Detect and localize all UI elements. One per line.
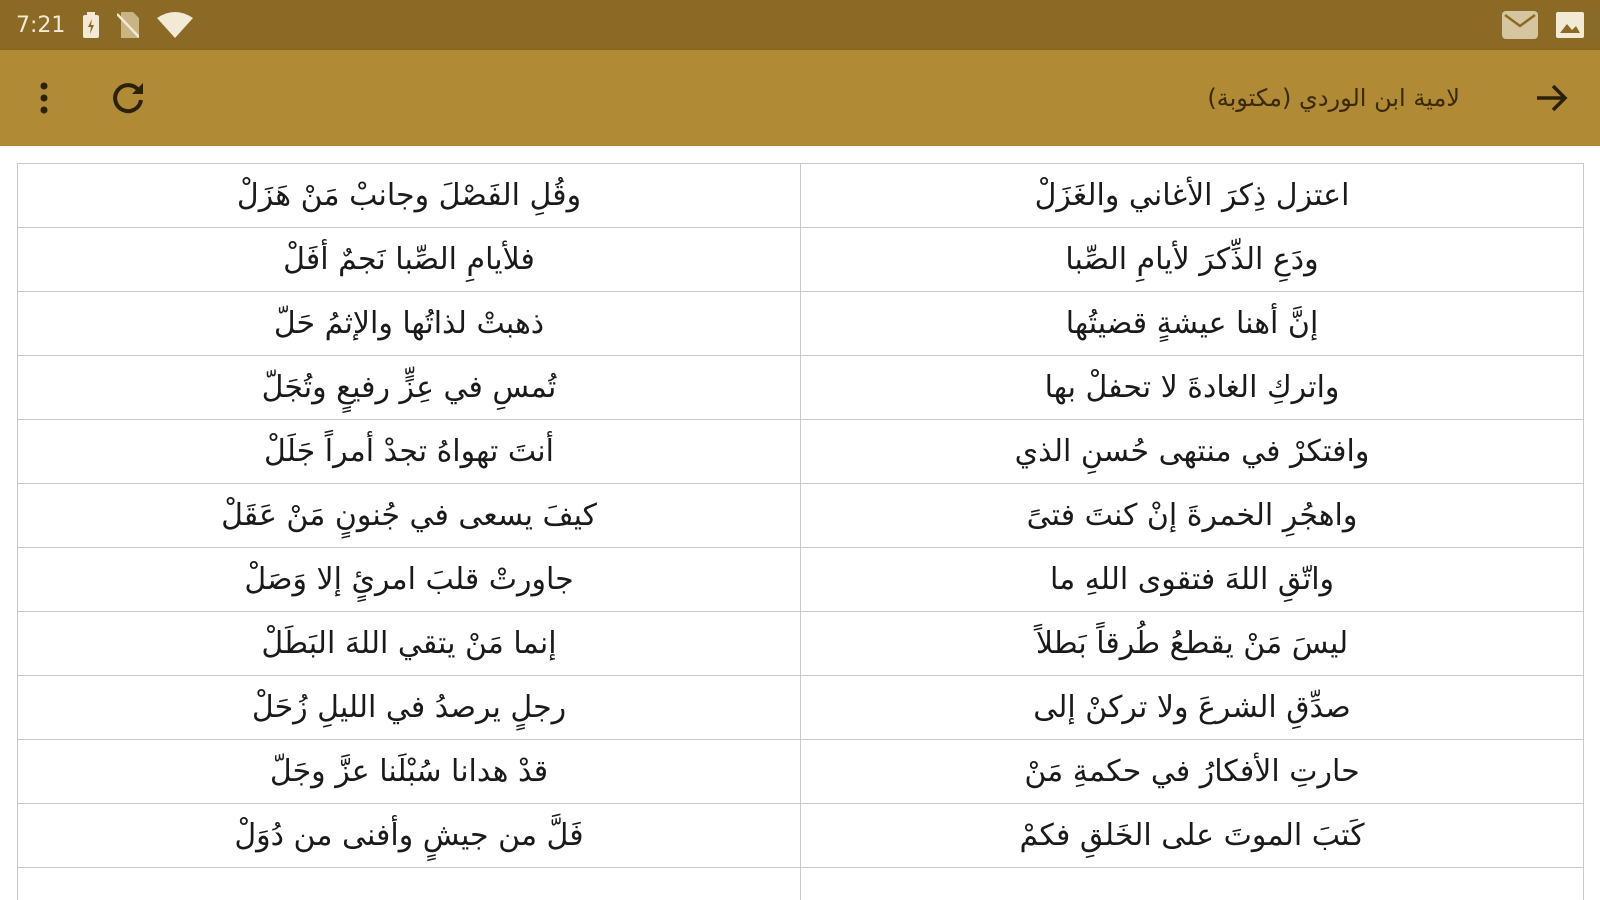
table-row-partial: [17, 867, 1584, 900]
verse-first-hemistich: وافتكرْ في منتهى حُسنِ الذي: [800, 419, 1584, 484]
no-sim-icon: [117, 12, 140, 38]
status-time: 7:21: [16, 12, 66, 38]
table-row: حارتِ الأفكارُ في حكمةِ مَنْ قدْ هدانا س…: [17, 739, 1584, 804]
verse-second-hemistich: [17, 867, 801, 900]
verse-second-hemistich: أنتَ تهواهُ تجدْ أمراً جَلَلْ: [17, 419, 801, 484]
verse-second-hemistich: قدْ هدانا سُبْلَنا عزَّ وجَلّ: [17, 739, 801, 804]
verse-first-hemistich: واهجُرِ الخمرةَ إنْ كنتَ فتىً: [800, 483, 1584, 548]
verse-first-hemistich: اعتزل ذِكرَ الأغاني والغَزَلْ: [800, 163, 1584, 228]
verse-first-hemistich: صدِّقِ الشرعَ ولا تركنْ إلى: [800, 675, 1584, 740]
status-left: 7:21: [16, 0, 194, 50]
verse-second-hemistich: كيفَ يسعى في جُنونٍ مَنْ عَقَلْ: [17, 483, 801, 548]
email-icon: [1502, 11, 1538, 39]
verse-second-hemistich: رجلٍ يرصدُ في الليلِ زُحَلْ: [17, 675, 801, 740]
verse-first-hemistich: واتّقِ اللهَ فتقوى اللهِ ما: [800, 547, 1584, 612]
verse-second-hemistich: جاورتْ قلبَ امرئٍ إلا وَصَلْ: [17, 547, 801, 612]
table-row: صدِّقِ الشرعَ ولا تركنْ إلى رجلٍ يرصدُ ف…: [17, 675, 1584, 740]
verse-second-hemistich: ذهبتْ لذاتُها والإثمُ حَلّ: [17, 291, 801, 356]
table-row: وافتكرْ في منتهى حُسنِ الذي أنتَ تهواهُ …: [17, 419, 1584, 484]
page-title: لامية ابن الوردي (مكتوبة): [1207, 84, 1460, 112]
verse-first-hemistich: حارتِ الأفكارُ في حكمةِ مَنْ: [800, 739, 1584, 804]
verse-first-hemistich: إنَّ أهنا عيشةٍ قضيتُها: [800, 291, 1584, 356]
verse-first-hemistich: [800, 867, 1584, 900]
battery-icon: [83, 12, 100, 38]
verse-second-hemistich: فَلَّ من جيشٍ وأفنى من دُوَلْ: [17, 803, 801, 868]
poem-table-body: اعتزل ذِكرَ الأغاني والغَزَلْ وقُلِ الفَ…: [17, 163, 1584, 900]
table-row: اعتزل ذِكرَ الأغاني والغَزَلْ وقُلِ الفَ…: [17, 163, 1584, 228]
verse-first-hemistich: واتركِ الغادةَ لا تحفلْ بها: [800, 355, 1584, 420]
verse-first-hemistich: ليسَ مَنْ يقطعُ طُرقاً بَطلاً: [800, 611, 1584, 676]
table-row: واتّقِ اللهَ فتقوى اللهِ ما جاورتْ قلبَ …: [17, 547, 1584, 612]
status-right: [1502, 0, 1584, 50]
table-row: ليسَ مَنْ يقطعُ طُرقاً بَطلاً إنما مَنْ …: [17, 611, 1584, 676]
table-row: إنَّ أهنا عيشةٍ قضيتُها ذهبتْ لذاتُها وا…: [17, 291, 1584, 356]
verse-first-hemistich: ودَعِ الذِّكرَ لأيامِ الصِّبا: [800, 227, 1584, 292]
table-row: واهجُرِ الخمرةَ إنْ كنتَ فتىً كيفَ يسعى …: [17, 483, 1584, 548]
poem-table: اعتزل ذِكرَ الأغاني والغَزَلْ وقُلِ الفَ…: [17, 163, 1584, 900]
image-icon: [1556, 12, 1584, 38]
app-bar: لامية ابن الوردي (مكتوبة): [0, 50, 1600, 146]
table-row: كَتبَ الموتَ على الخَلقِ فكمْ فَلَّ من ج…: [17, 803, 1584, 868]
table-row: واتركِ الغادةَ لا تحفلْ بها تُمسِ في عِز…: [17, 355, 1584, 420]
wifi-icon: [157, 12, 194, 38]
poem-content: اعتزل ذِكرَ الأغاني والغَزَلْ وقُلِ الفَ…: [0, 146, 1600, 900]
verse-second-hemistich: إنما مَنْ يتقي اللهَ البَطَلْ: [17, 611, 801, 676]
verse-first-hemistich: كَتبَ الموتَ على الخَلقِ فكمْ: [800, 803, 1584, 868]
verse-second-hemistich: تُمسِ في عِزٍّ رفيعٍ وتُجَلّ: [17, 355, 801, 420]
arrow-right-icon[interactable]: [1526, 72, 1578, 124]
refresh-icon[interactable]: [102, 72, 154, 124]
status-bar: 7:21: [0, 0, 1600, 50]
verse-second-hemistich: فلأيامِ الصِّبا نَجمٌ أفَلْ: [17, 227, 801, 292]
table-row: ودَعِ الذِّكرَ لأيامِ الصِّبا فلأيامِ ال…: [17, 227, 1584, 292]
more-vert-icon[interactable]: [18, 72, 70, 124]
verse-second-hemistich: وقُلِ الفَصْلَ وجانبْ مَنْ هَزَلْ: [17, 163, 801, 228]
